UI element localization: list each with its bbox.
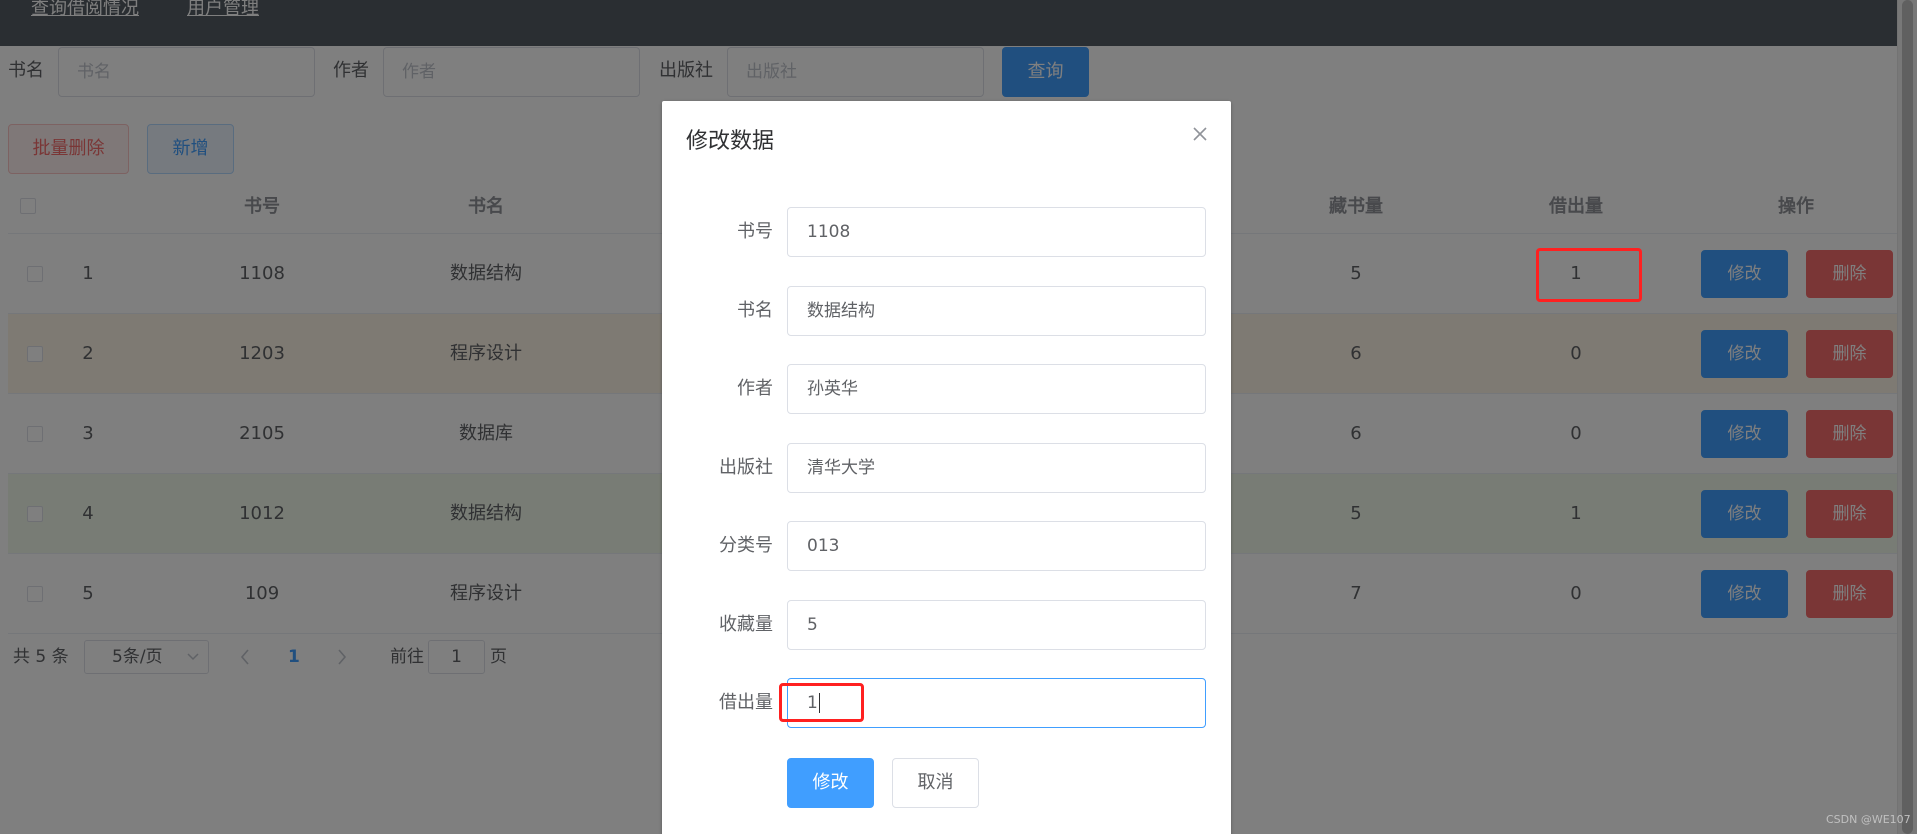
- field-publisher-label: 出版社: [719, 457, 773, 478]
- dialog-cancel-button[interactable]: 取消: [892, 758, 979, 808]
- field-book-no-input[interactable]: 1108: [787, 207, 1206, 257]
- field-stock-input[interactable]: 5: [787, 600, 1206, 650]
- field-author-label: 作者: [737, 378, 773, 399]
- close-icon[interactable]: [1190, 124, 1210, 144]
- field-title-label: 书名: [737, 300, 773, 321]
- dialog-title: 修改数据: [686, 129, 775, 154]
- field-category-label: 分类号: [719, 535, 773, 556]
- field-category-input[interactable]: 013: [787, 521, 1206, 571]
- field-title-input[interactable]: 数据结构: [787, 286, 1206, 336]
- watermark: CSDN @WE107: [1826, 813, 1911, 826]
- field-stock-label: 收藏量: [719, 614, 773, 635]
- edit-dialog: 修改数据 书号 1108 书名 数据结构 作者 孙英华 出版社 清华大学 分类号…: [662, 101, 1231, 834]
- field-publisher-input[interactable]: 清华大学: [787, 443, 1206, 493]
- field-lent-label: 借出量: [719, 692, 773, 713]
- annotation-highlight-table-lent: [1536, 248, 1642, 302]
- field-book-no-label: 书号: [737, 221, 773, 242]
- field-author-input[interactable]: 孙英华: [787, 364, 1206, 414]
- annotation-highlight-form-lent: [779, 683, 864, 722]
- dialog-submit-button[interactable]: 修改: [787, 758, 874, 808]
